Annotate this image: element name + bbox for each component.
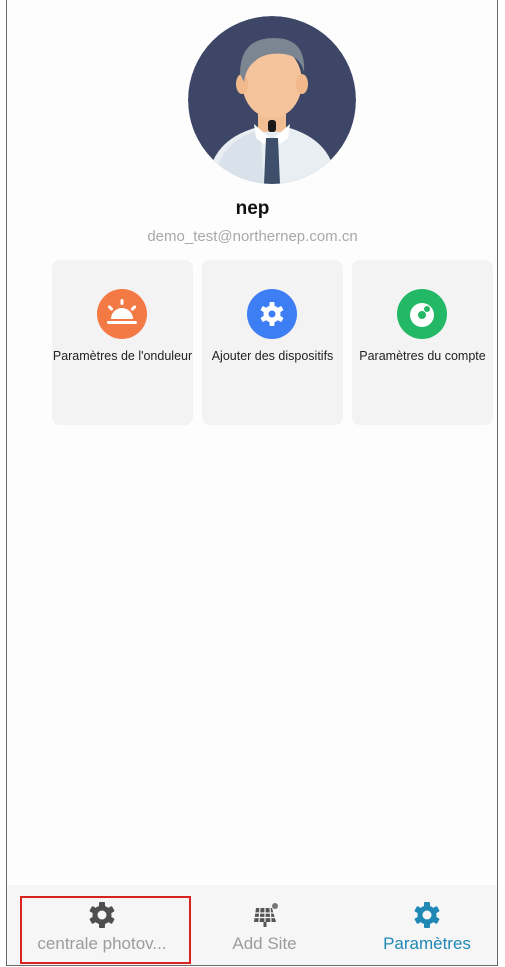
card-label: Paramètres de l'onduleur — [52, 349, 193, 363]
nav-label: Add Site — [232, 934, 297, 953]
user-email: demo_test@northernep.com.cn — [147, 228, 358, 245]
solar-panel-icon — [250, 900, 280, 930]
sunrise-icon — [97, 289, 147, 339]
card-add-devices[interactable]: Ajouter des dispositifs — [202, 260, 343, 425]
nav-item-settings[interactable]: Paramètres — [362, 885, 492, 965]
settings-icon — [412, 900, 442, 930]
nav-item-add-site[interactable]: Add Site — [192, 885, 337, 965]
highlight-box — [20, 896, 191, 964]
card-inverter-settings[interactable]: Paramètres de l'onduleur — [52, 260, 193, 425]
nav-label: Paramètres — [383, 934, 471, 953]
gear-icon — [247, 289, 297, 339]
card-label: Ajouter des dispositifs — [211, 349, 334, 363]
profile-avatar[interactable] — [188, 16, 356, 184]
account-icon — [397, 289, 447, 339]
username: nep — [235, 198, 270, 219]
settings-cards: Paramètres de l'onduleur Ajouter des dis… — [52, 260, 494, 425]
avatar-image — [188, 16, 356, 184]
card-label: Paramètres du compte — [359, 349, 486, 363]
card-account-settings[interactable]: Paramètres du compte — [352, 260, 493, 425]
